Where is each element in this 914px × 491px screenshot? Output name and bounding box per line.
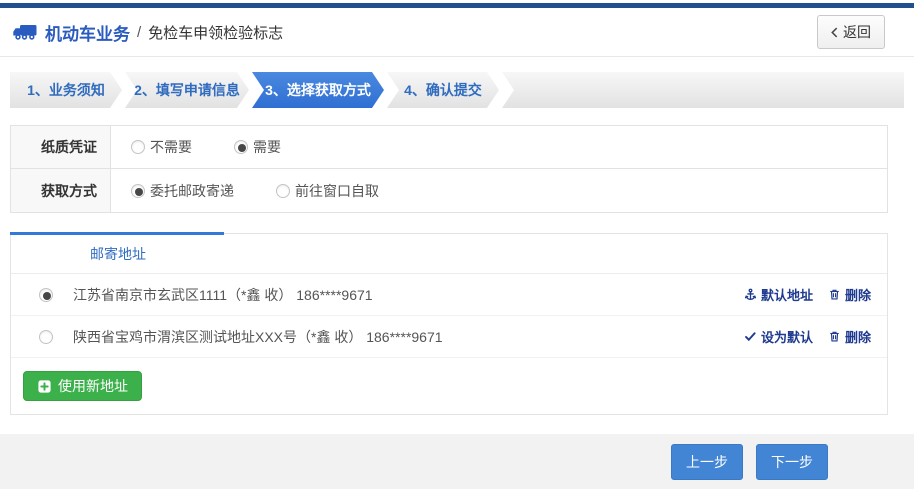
- use-new-address-button[interactable]: 使用新地址: [23, 371, 142, 401]
- obtain-method-row: 获取方式 委托邮政寄递 前往窗口自取: [11, 169, 887, 212]
- address-text: 江苏省南京市玄武区1111（*鑫 收） 186****9671: [73, 285, 373, 305]
- address-row: 陕西省宝鸡市渭滨区测试地址XXX号（*鑫 收） 186****9671 设为默认: [11, 316, 887, 358]
- step-3-choose-delivery[interactable]: 3、选择获取方式: [252, 72, 384, 108]
- active-tab-indicator: [10, 232, 224, 235]
- plus-icon: [37, 379, 52, 394]
- obtain-method-label: 获取方式: [11, 169, 111, 212]
- back-button[interactable]: 返回: [817, 15, 885, 49]
- address-text: 陕西省宝鸡市渭滨区测试地址XXX号（*鑫 收） 186****9671: [73, 327, 443, 347]
- address-tab-header: 邮寄地址: [11, 234, 887, 274]
- address-row: 江苏省南京市玄武区1111（*鑫 收） 186****9671 默认地址: [11, 274, 887, 316]
- paper-cert-option-yes[interactable]: 需要: [234, 137, 281, 157]
- radio-icon[interactable]: [234, 140, 248, 154]
- paper-certificate-label: 纸质凭证: [11, 126, 111, 168]
- page-title: 机动车业务: [45, 20, 130, 45]
- delete-address-button[interactable]: 删除: [828, 327, 871, 346]
- breadcrumb-current: 免检车申领检验标志: [148, 22, 283, 43]
- next-step-button[interactable]: 下一步: [756, 444, 828, 480]
- breadcrumb-separator: /: [137, 24, 141, 41]
- step-4-confirm-submit[interactable]: 4、确认提交: [387, 72, 499, 108]
- set-default-button[interactable]: 设为默认: [744, 327, 813, 346]
- chevron-left-icon: [831, 27, 838, 38]
- radio-icon[interactable]: [131, 184, 145, 198]
- radio-icon[interactable]: [39, 330, 53, 344]
- step-bar-filler: [502, 72, 904, 108]
- step-1-business-notice[interactable]: 1、业务须知: [10, 72, 122, 108]
- anchor-icon: [744, 288, 757, 301]
- radio-icon[interactable]: [131, 140, 145, 154]
- tab-mailing-address[interactable]: 邮寄地址: [11, 244, 225, 264]
- default-address-button[interactable]: 默认地址: [744, 285, 813, 304]
- truck-icon: [12, 22, 38, 42]
- delivery-options-form: 纸质凭证 不需要 需要 获取方式 委托邮政寄递 前往窗口自取: [10, 125, 888, 213]
- radio-icon[interactable]: [276, 184, 290, 198]
- obtain-option-postal[interactable]: 委托邮政寄递: [131, 181, 234, 201]
- previous-step-button[interactable]: 上一步: [671, 444, 743, 480]
- back-button-label: 返回: [843, 22, 871, 42]
- radio-icon[interactable]: [39, 288, 53, 302]
- mailing-address-panel: 邮寄地址 江苏省南京市玄武区1111（*鑫 收） 186****9671 默认地…: [10, 233, 888, 415]
- delete-address-button[interactable]: 删除: [828, 285, 871, 304]
- trash-icon: [828, 330, 841, 343]
- page-header: 机动车业务 / 免检车申领检验标志 返回: [0, 8, 914, 57]
- obtain-option-pickup[interactable]: 前往窗口自取: [276, 181, 379, 201]
- paper-cert-option-no[interactable]: 不需要: [131, 137, 192, 157]
- check-icon: [744, 330, 757, 343]
- paper-certificate-row: 纸质凭证 不需要 需要: [11, 126, 887, 169]
- trash-icon: [828, 288, 841, 301]
- wizard-footer: 上一步 下一步: [0, 434, 914, 489]
- use-new-address-label: 使用新地址: [58, 376, 128, 396]
- step-2-fill-application[interactable]: 2、填写申请信息: [125, 72, 249, 108]
- step-wizard: 1、业务须知 2、填写申请信息 3、选择获取方式 4、确认提交: [10, 72, 904, 108]
